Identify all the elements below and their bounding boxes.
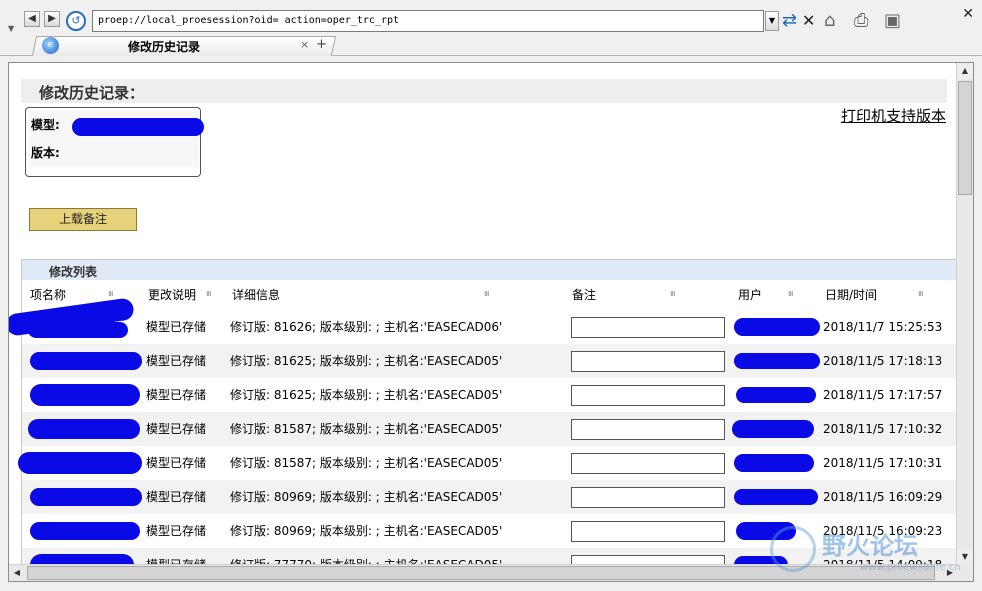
column-header-change-desc[interactable]: 更改说明: [148, 282, 196, 308]
column-header-datetime[interactable]: 日期/时间: [825, 282, 877, 308]
redacted-user: [734, 353, 820, 369]
column-resize-icon[interactable]: ııı: [206, 289, 211, 299]
browser-globe-icon: e: [42, 37, 59, 54]
change-desc-cell: 模型已存储: [146, 524, 207, 538]
detail-cell: 修订版: 81625; 版本级别: ; 主机名:'EASECAD05': [230, 354, 503, 368]
page-title: 修改历史记录：: [39, 84, 145, 102]
change-desc-cell: 模型已存储: [146, 354, 207, 368]
table-row[interactable]: 模型已存储 修订版: 80969; 版本级别: ; 主机名:'EASECAD05…: [22, 480, 958, 514]
redacted-item-name: [30, 522, 140, 540]
redacted-user: [734, 318, 820, 336]
detail-cell: 修订版: 81587; 版本级别: ; 主机名:'EASECAD05': [230, 456, 503, 470]
change-desc-cell: 模型已存储: [146, 558, 207, 565]
note-input[interactable]: [571, 419, 725, 440]
table-row[interactable]: 模型已存储 修订版: 81625; 版本级别: ; 主机名:'EASECAD05…: [22, 378, 958, 412]
tab-title: 修改历史记录: [128, 40, 201, 54]
datetime-cell: 2018/11/5 17:17:57: [823, 388, 943, 402]
address-bar[interactable]: proep://local_proesession?oid= action=op…: [92, 10, 764, 32]
list-header: 修改列表: [22, 260, 958, 280]
change-desc-cell: 模型已存储: [146, 320, 207, 334]
vertical-scroll-thumb[interactable]: [958, 81, 972, 195]
scroll-left-icon[interactable]: ◀: [9, 565, 25, 581]
redacted-item-name: [28, 322, 128, 338]
history-icon[interactable]: ↺: [66, 11, 86, 31]
detail-cell: 修订版: 77770; 版本级别: ; 主机名:'EASECAD05': [230, 558, 503, 565]
change-desc-cell: 模型已存储: [146, 490, 207, 504]
home-icon[interactable]: ⌂: [824, 10, 835, 32]
page-content: 修改历史记录： 打印机支持版本 模型: 版本: 上载备注 修改列表 项名称 ıı…: [9, 63, 958, 565]
page-viewport: 修改历史记录： 打印机支持版本 模型: 版本: 上载备注 修改列表 项名称 ıı…: [8, 62, 974, 582]
note-input[interactable]: [571, 521, 725, 542]
stop-icon[interactable]: ✕: [802, 10, 815, 32]
table-row[interactable]: 模型已存储 修订版: 81626; 版本级别: ; 主机名:'EASECAD06…: [9, 297, 958, 344]
browser-toolbar: ▼ ◀ ▶ ↺ proep://local_proesession?oid= a…: [0, 0, 982, 36]
print-icon[interactable]: ⎙: [854, 10, 868, 32]
save-icon[interactable]: ▣: [884, 10, 901, 32]
tab-close-icon[interactable]: ×: [300, 38, 309, 51]
redacted-user: [734, 489, 818, 505]
model-info-box: 模型: 版本:: [25, 107, 204, 177]
tab-strip: e 修改历史记录 × +: [0, 36, 982, 56]
change-desc-cell: 模型已存储: [146, 422, 207, 436]
note-input[interactable]: [571, 351, 725, 372]
detail-cell: 修订版: 80969; 版本级别: ; 主机名:'EASECAD05': [230, 490, 503, 504]
detail-cell: 修订版: 81626; 版本级别: ; 主机名:'EASECAD06': [230, 320, 503, 334]
column-resize-icon[interactable]: ııı: [484, 289, 489, 299]
redacted-user: [734, 454, 814, 472]
datetime-cell: 2018/11/5 16:09:29: [823, 490, 943, 504]
modification-list-panel: 修改列表 项名称 ııı 更改说明 ııı 详细信息 ııı 备注 ııı 用户…: [9, 259, 958, 565]
printer-version-link[interactable]: 打印机支持版本: [841, 105, 946, 126]
note-input[interactable]: [571, 453, 725, 474]
upload-notes-button[interactable]: 上载备注: [29, 208, 137, 231]
watermark-text: 野火论坛: [822, 532, 918, 560]
table-row[interactable]: 模型已存储 修订版: 81625; 版本级别: ; 主机名:'EASECAD05…: [22, 344, 958, 378]
column-resize-icon[interactable]: ııı: [918, 289, 923, 299]
detail-cell: 修订版: 81625; 版本级别: ; 主机名:'EASECAD05': [230, 388, 503, 402]
change-desc-cell: 模型已存储: [146, 388, 207, 402]
column-resize-icon[interactable]: ııı: [670, 289, 675, 299]
watermark-logo-icon: [770, 526, 816, 572]
list-title: 修改列表: [49, 265, 98, 279]
detail-cell: 修订版: 81587; 版本级别: ; 主机名:'EASECAD05': [230, 422, 503, 436]
column-resize-icon[interactable]: ııı: [108, 289, 113, 299]
note-input[interactable]: [571, 317, 725, 338]
change-desc-cell: 模型已存储: [146, 456, 207, 470]
redacted-item-name: [28, 419, 140, 439]
column-header-user[interactable]: 用户: [738, 282, 762, 308]
datetime-cell: 2018/11/5 17:18:13: [823, 354, 943, 368]
redacted-model-name: [72, 118, 204, 136]
column-header-item-name[interactable]: 项名称: [30, 282, 66, 308]
column-resize-icon[interactable]: ııı: [788, 289, 793, 299]
redacted-item-name: [30, 488, 142, 506]
detail-cell: 修订版: 80969; 版本级别: ; 主机名:'EASECAD05': [230, 524, 503, 538]
redacted-item-name: [30, 384, 140, 406]
scroll-up-icon[interactable]: ▲: [957, 63, 973, 79]
datetime-cell: 2018/11/5 17:10:31: [823, 456, 943, 470]
redacted-item-name: [30, 352, 142, 370]
version-label: 版本:: [31, 146, 60, 160]
column-header-details[interactable]: 详细信息: [232, 282, 280, 308]
table-row[interactable]: 模型已存储 修订版: 81587; 版本级别: ; 主机名:'EASECAD05…: [22, 412, 958, 446]
refresh-icon[interactable]: ⇄: [782, 10, 797, 32]
note-input[interactable]: [571, 385, 725, 406]
vertical-scrollbar[interactable]: ▲ ▼: [956, 63, 973, 565]
address-dropdown-icon[interactable]: ▼: [765, 11, 779, 31]
toolbar-menu-chevron-icon[interactable]: ▼: [8, 24, 18, 34]
forward-arrow-icon[interactable]: ▶: [44, 11, 60, 27]
back-arrow-icon[interactable]: ◀: [24, 11, 40, 27]
datetime-cell: 2018/11/5 17:10:32: [823, 422, 943, 436]
redacted-item-name: [18, 452, 142, 474]
watermark-url: www.proewildfire.cn: [860, 562, 961, 573]
model-label: 模型:: [31, 118, 60, 132]
new-tab-icon[interactable]: +: [316, 37, 327, 52]
table-row[interactable]: 模型已存储 修订版: 81587; 版本级别: ; 主机名:'EASECAD05…: [18, 446, 958, 480]
window-close-icon[interactable]: ✕: [962, 6, 974, 22]
column-header-notes[interactable]: 备注: [572, 282, 596, 308]
redacted-user: [732, 420, 814, 438]
redacted-user: [736, 387, 816, 403]
page-title-bar: 修改历史记录：: [21, 79, 947, 103]
forum-watermark: 野火论坛 www.proewildfire.cn: [770, 522, 974, 582]
note-input[interactable]: [571, 487, 725, 508]
datetime-cell: 2018/11/7 15:25:53: [823, 320, 943, 334]
